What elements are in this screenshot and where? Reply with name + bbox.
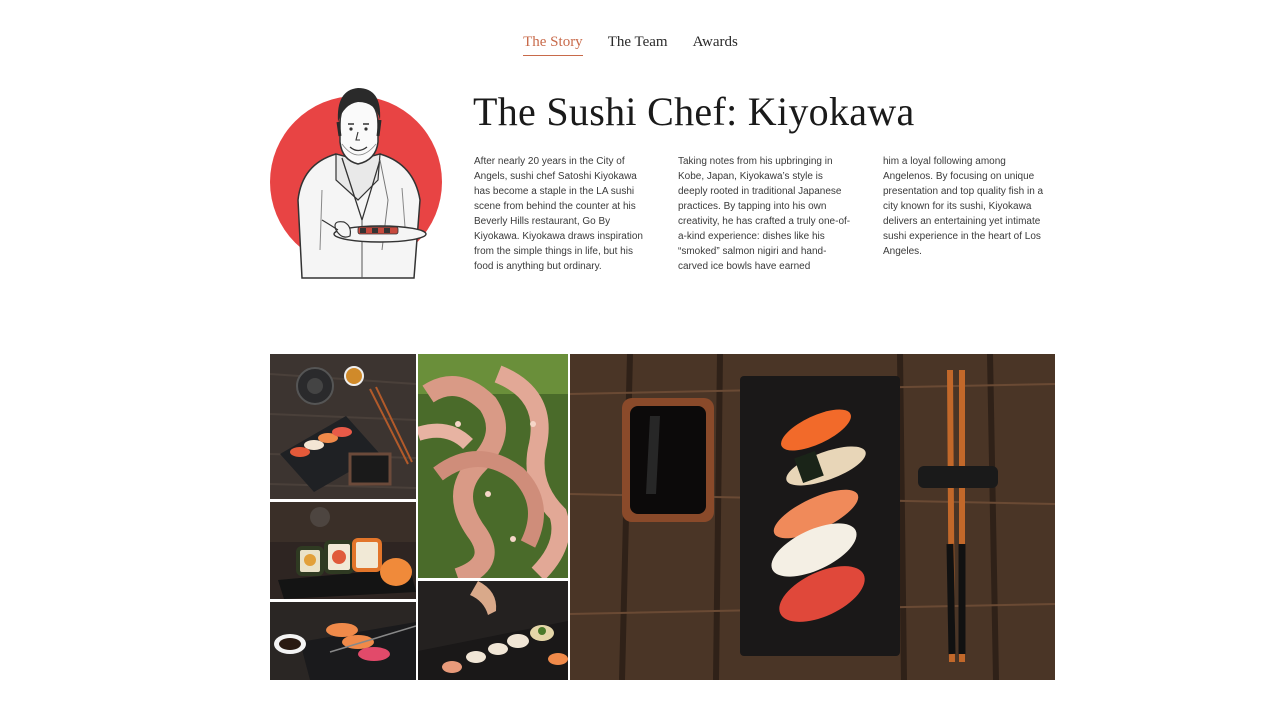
bio-paragraph-col-1: After nearly 20 years in the City of Ang… xyxy=(474,156,643,272)
photo-gallery xyxy=(270,354,1055,680)
page-title: The Sushi Chef: Kiyokawa xyxy=(473,89,915,134)
sushi-rolls-photo[interactable] xyxy=(270,502,416,599)
story-tabs: The Story The Team Awards xyxy=(0,34,1261,56)
chef-illustration xyxy=(262,80,452,280)
bio-paragraph-col-2: Taking notes from his upbringing in Kobe… xyxy=(678,156,851,272)
bio-paragraph-col-3: him a loyal following among Angelenos. B… xyxy=(883,156,1044,257)
chef-hand-sushi-photo[interactable] xyxy=(418,581,568,680)
tab-the-team[interactable]: The Team xyxy=(608,34,668,56)
tab-the-story[interactable]: The Story xyxy=(523,34,583,56)
tab-awards[interactable]: Awards xyxy=(693,34,738,56)
nigiri-soy-photo[interactable] xyxy=(270,602,416,680)
sushi-set-soy-chopsticks-photo[interactable] xyxy=(570,354,1055,680)
octopus-tentacles-photo[interactable] xyxy=(418,354,568,578)
teapot-sushi-photo[interactable] xyxy=(270,354,416,499)
